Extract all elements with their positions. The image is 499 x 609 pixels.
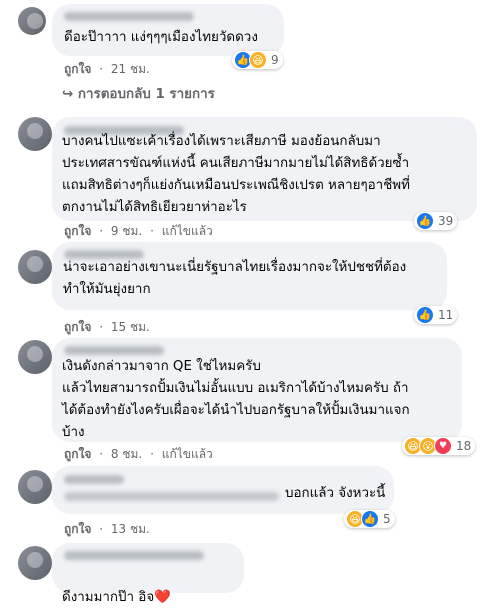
avatar[interactable] [18,7,46,35]
comment-text: น่าจะเอาอย่างเขานะเนี่ยรัฐบาลไทยเรื่องมา… [63,260,407,297]
comment-meta: ถูกใจ · 9 ชม. · แก้ไขแล้ว [64,224,213,238]
like-button[interactable]: ถูกใจ [64,62,91,76]
commenter-name-redacted [64,551,204,560]
reaction-count: 9 [271,53,279,67]
view-replies-link[interactable]: ↪ การตอบกลับ 1 รายการ [62,83,215,104]
comment-bubble: ดีงามมากป๊า อิจ❤️ [52,543,244,605]
timestamp[interactable]: 15 ชม. [111,320,150,334]
avatar[interactable] [18,546,52,580]
comment-meta: ถูกใจ · 13 ชม. [64,522,150,536]
reaction-count: 11 [438,308,454,322]
reply-arrow-icon: ↪ [62,87,74,102]
reaction-summary[interactable]: 👍 😆 9 [232,51,283,69]
like-reaction-icon: 👍 [416,212,434,230]
commenter-name-redacted [64,346,164,355]
avatar[interactable] [18,340,52,374]
reaction-summary[interactable]: 😆 👍 5 [344,510,395,528]
like-button[interactable]: ถูกใจ [64,522,91,536]
comment-bubble: น่าจะเอาอย่างเขานะเนี่ยรัฐบาลไทยเรื่องมา… [52,242,447,310]
reaction-count: 5 [383,512,391,526]
heart-emoji-icon: ❤️ [154,590,171,605]
comment-text: บอกแล้ว จังหวะนี้ [285,486,386,501]
like-reaction-icon: 👍 [416,306,434,324]
comment-bubble: บางคนไปแซะเค้าเรื่องได้เพราะเสียภาษี มอง… [52,117,477,221]
avatar[interactable] [18,470,52,504]
avatar[interactable] [18,117,52,151]
comment-meta: ถูกใจ · 8 ชม. · แก้ไขแล้ว [64,447,213,461]
timestamp[interactable]: 13 ชม. [111,522,150,536]
timestamp[interactable]: 9 ชม. [111,224,142,238]
comment-bubble: เงินดังกล่าวมาจาก QE ใช่ไหมครับ แล้วไทยส… [52,338,462,442]
edited-label: แก้ไขแล้ว [161,447,213,461]
timestamp[interactable]: 8 ชม. [111,447,142,461]
commenter-name-redacted [64,12,194,21]
comment-meta: ถูกใจ · 15 ชม. [64,320,150,334]
comment-meta: ถูกใจ · 21 ชม. [64,62,150,76]
comment-text: เงินดังกล่าวมาจาก QE ใช่ไหมครับ แล้วไทยส… [62,359,410,440]
commenter-text-redacted [64,492,279,501]
timestamp[interactable]: 21 ชม. [111,62,150,76]
like-reaction-icon: 👍 [361,510,379,528]
like-button[interactable]: ถูกใจ [64,447,91,461]
like-button[interactable]: ถูกใจ [64,320,91,334]
reaction-count: 39 [438,214,454,228]
comment-text: ดีงามมากป๊า อิจ❤️ [62,590,171,605]
haha-reaction-icon: 😆 [249,51,267,69]
reaction-summary[interactable]: 👍 11 [414,306,458,324]
reaction-summary[interactable]: 😆 😮 ♥ 18 [402,437,476,455]
edited-label: แก้ไขแล้ว [161,224,213,238]
like-button[interactable]: ถูกใจ [64,224,91,238]
reaction-summary[interactable]: 👍 39 [414,212,458,230]
comment-text: ดีอะป๊าาาา แง่ๆๆๆเมืองไทยวัดดวง [64,30,258,45]
avatar[interactable] [18,250,52,284]
love-reaction-icon: ♥ [434,437,452,455]
comment-text: บางคนไปแซะเค้าเรื่องได้เพราะเสียภาษี มอง… [62,134,410,215]
commenter-name-redacted [64,475,124,484]
comment-bubble: ดีอะป๊าาาา แง่ๆๆๆเมืองไทยวัดดวง [52,4,284,56]
reaction-count: 18 [456,439,472,453]
comment-bubble: บอกแล้ว จังหวะนี้ [52,466,394,514]
